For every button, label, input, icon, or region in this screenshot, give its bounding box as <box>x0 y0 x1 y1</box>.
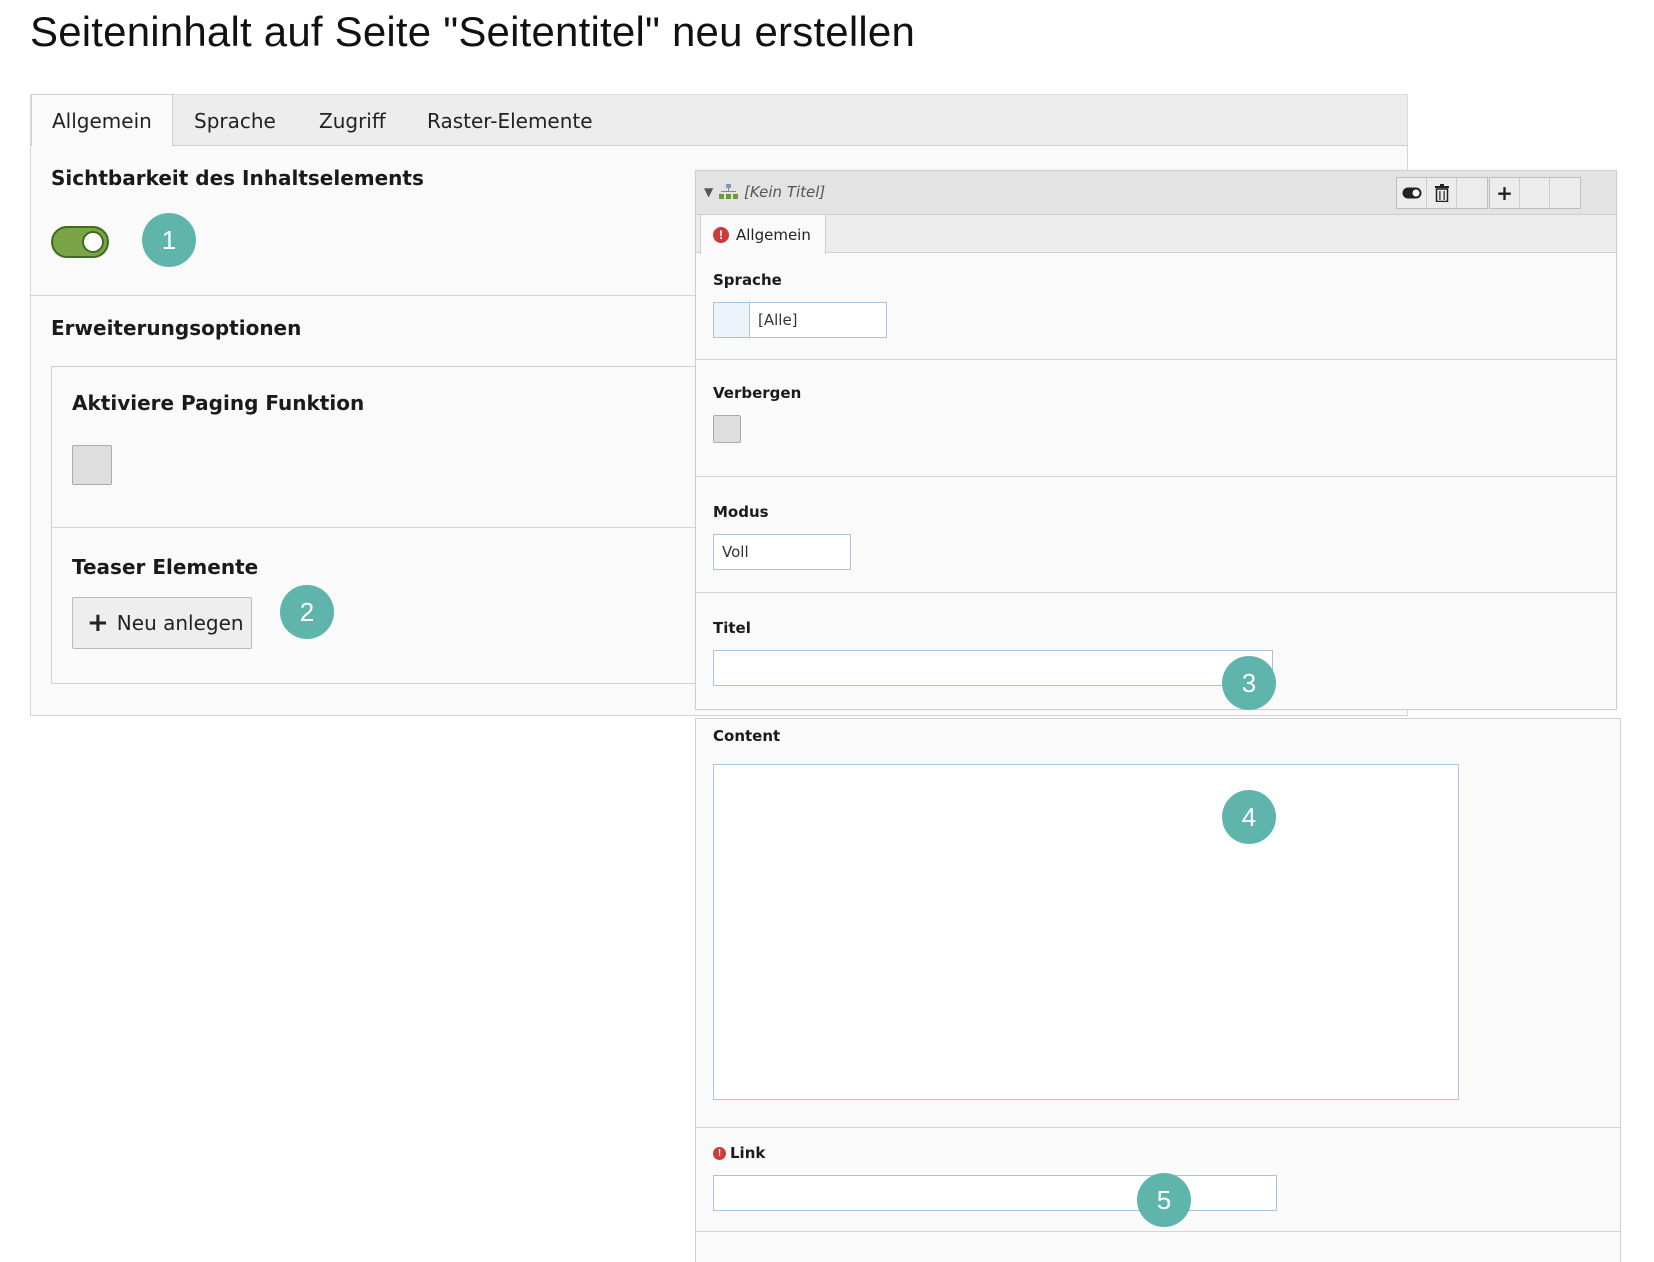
record-header[interactable]: ▼ [Kein Titel] + <box>696 171 1616 215</box>
toolbar-empty-slot[interactable] <box>1457 178 1487 208</box>
link-input[interactable] <box>713 1175 1277 1211</box>
collapse-caret-icon[interactable]: ▼ <box>704 185 713 199</box>
exclamation-icon: ! <box>713 226 729 243</box>
link-label-row: ! Link <box>713 1144 765 1162</box>
field-divider <box>696 476 1616 477</box>
titel-input[interactable] <box>713 650 1273 686</box>
toolbar-empty-slot[interactable] <box>1520 178 1550 208</box>
exclamation-icon: ! <box>713 1146 726 1160</box>
record-toolbar-left <box>1396 177 1488 209</box>
inline-record-panel: ▼ [Kein Titel] + ! Allgemein Sprache [Al… <box>695 170 1617 710</box>
badge-2: 2 <box>280 585 334 639</box>
page-tree-icon <box>719 184 738 199</box>
sprache-label: Sprache <box>713 271 782 289</box>
modus-label: Modus <box>713 503 769 521</box>
verbergen-checkbox[interactable] <box>713 415 741 443</box>
toggle-icon <box>1402 187 1421 199</box>
teaser-label: Teaser Elemente <box>72 555 259 579</box>
badge-1: 1 <box>142 213 196 267</box>
modus-select[interactable]: Voll <box>713 534 851 570</box>
toggle-knob <box>82 231 104 253</box>
badge-5: 5 <box>1137 1173 1191 1227</box>
record-title: [Kein Titel] <box>744 183 826 201</box>
record-toolbar-right: + <box>1489 177 1581 209</box>
toggle-visibility-button[interactable] <box>1397 178 1427 208</box>
visibility-section-title: Sichtbarkeit des Inhaltselements <box>51 166 424 190</box>
field-divider <box>696 1231 1620 1232</box>
page-title: Seiteninhalt auf Seite "Seitentitel" neu… <box>30 8 916 55</box>
new-button-label: Neu anlegen <box>116 611 244 635</box>
main-tabbar: Allgemein Sprache Zugriff Raster-Element… <box>30 94 1408 147</box>
field-divider <box>696 359 1616 360</box>
verbergen-label: Verbergen <box>713 384 802 402</box>
add-record-button[interactable]: + <box>1490 178 1520 208</box>
badge-3: 3 <box>1222 656 1276 710</box>
extension-section-title: Erweiterungsoptionen <box>51 316 302 340</box>
plus-icon: + <box>1496 181 1513 205</box>
delete-button[interactable] <box>1427 178 1457 208</box>
paging-checkbox[interactable] <box>72 445 112 485</box>
field-divider <box>696 1127 1620 1128</box>
toolbar-empty-slot[interactable] <box>1550 178 1580 208</box>
new-teaser-button[interactable]: + Neu anlegen <box>72 597 252 649</box>
record-tab-allgemein[interactable]: ! Allgemein <box>700 215 826 254</box>
sprache-value: [Alle] <box>758 311 798 329</box>
trash-icon <box>1434 184 1449 202</box>
field-divider <box>696 592 1616 593</box>
content-textarea[interactable] <box>713 764 1459 1100</box>
sprache-select[interactable]: [Alle] <box>713 302 887 338</box>
tab-allgemein[interactable]: Allgemein <box>31 94 173 147</box>
record-tabbar: ! Allgemein <box>696 215 1616 254</box>
badge-4: 4 <box>1222 790 1276 844</box>
record-tab-label: Allgemein <box>736 225 811 244</box>
language-flag-icon <box>714 303 750 337</box>
link-label: Link <box>730 1144 766 1162</box>
tab-sprache[interactable]: Sprache <box>194 95 276 147</box>
paging-label: Aktiviere Paging Funktion <box>72 391 365 415</box>
visibility-toggle[interactable] <box>51 226 109 258</box>
plus-icon: + <box>87 608 109 638</box>
titel-label: Titel <box>713 619 751 637</box>
tab-raster-elemente[interactable]: Raster-Elemente <box>427 95 593 147</box>
content-label: Content <box>713 727 781 745</box>
tab-zugriff[interactable]: Zugriff <box>319 95 386 147</box>
